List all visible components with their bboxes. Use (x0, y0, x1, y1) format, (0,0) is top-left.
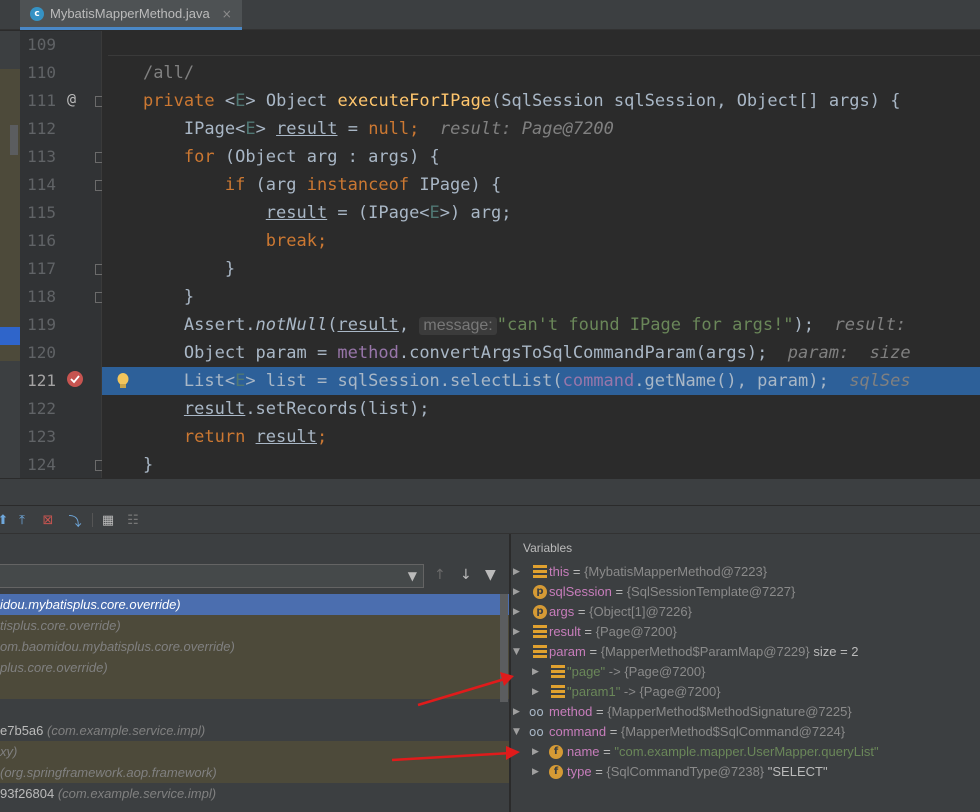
arrow-to-param-entries (417, 672, 514, 707)
arrow-to-command-name (391, 746, 520, 762)
annotation-arrows (391, 672, 520, 762)
